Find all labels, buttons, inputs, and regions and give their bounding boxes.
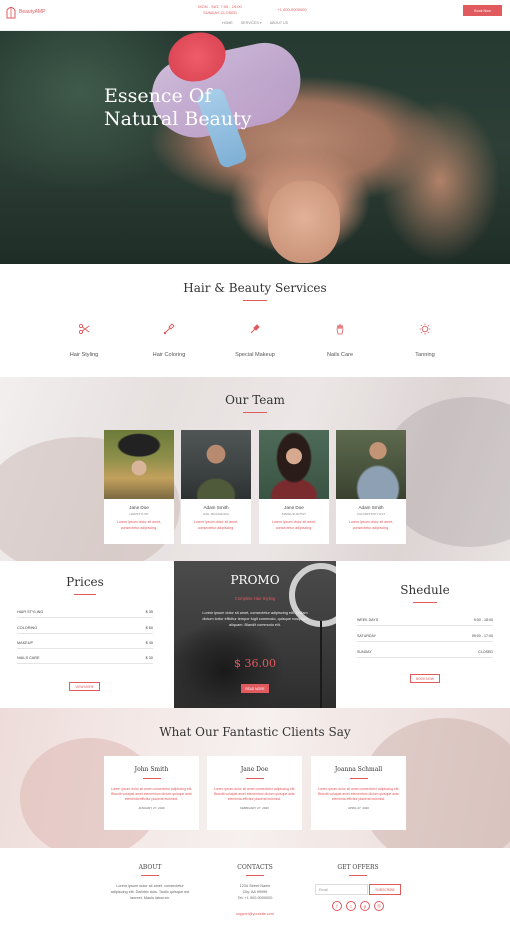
contact-email-link[interactable]: support@yoursite.com: [215, 912, 295, 916]
member-role: COLORIST/STYLIST: [356, 512, 386, 516]
title-underline: [243, 412, 267, 413]
promo-price: $ 36.00: [234, 657, 276, 670]
hero-image: [0, 31, 510, 264]
team-card[interactable]: Jane Doe MAKEUP ARTIST Lorem ipsum dolor…: [259, 430, 329, 544]
team-title: Our Team: [225, 393, 285, 407]
testimonial-date: APRIL 27, 2020: [347, 806, 370, 810]
email-field[interactable]: Email: [315, 884, 368, 895]
service-tanning[interactable]: Tanning: [385, 323, 465, 361]
title-underline: [243, 300, 267, 301]
about-text: Lorem ipsum dolor sit amet, consectetur …: [110, 884, 190, 900]
member-text: Lorem ipsum dolor sit amet, consectetur …: [116, 520, 162, 530]
service-hair-coloring[interactable]: Hair Coloring: [129, 323, 209, 361]
site-header: [0, 0, 510, 31]
testimonial-text: Lorem ipsum dolor sit amet consectetur a…: [317, 787, 400, 801]
title-underline: [74, 594, 96, 595]
contact-details: 1234 Street Name City, AA 99999 Tel: +1 …: [215, 884, 295, 901]
team-photo: [104, 430, 174, 499]
testimonial-card: John Smith Lorem ipsum dolor sit amet co…: [104, 756, 199, 830]
price-row: HAIR STYLING $ 35: [17, 610, 153, 618]
testimonial-card: Joanna Schmall Lorem ipsum dolor sit ame…: [311, 756, 406, 830]
member-name: Jane Doe: [129, 505, 149, 510]
services-title: Hair & Beauty Services: [183, 281, 327, 295]
team-card[interactable]: Adam Smith NAIL TECHNICIAN Lorem ipsum d…: [181, 430, 251, 544]
testimonial-text: Lorem ipsum dolor sit amet consectetur a…: [110, 787, 193, 801]
member-text: Lorem ipsum dolor sit amet, consectetur …: [348, 520, 394, 530]
member-role: MAKEUP ARTIST: [282, 512, 306, 516]
client-name: Joanna Schmall: [334, 766, 383, 773]
schedule-row: WEEK DAYS 9:00 - 18:00: [357, 618, 493, 626]
title-underline: [246, 875, 264, 876]
member-name: Adam Smith: [203, 505, 229, 510]
schedule-row: SUNDAY CLOSED: [357, 650, 493, 658]
title-underline: [413, 602, 437, 603]
schedule-row: SATURDAY 09:00 - 17:00: [357, 634, 493, 642]
team-card[interactable]: Jane Doe HAIRSTYLIST Lorem ipsum dolor s…: [104, 430, 174, 544]
hero-title: Essence Of Natural Beauty: [104, 85, 252, 130]
subscribe-button[interactable]: SUBSCRIBE: [369, 884, 401, 895]
read-more-button[interactable]: READ MORE: [241, 684, 269, 693]
member-name: Adam Smith: [358, 505, 384, 510]
testimonial-date: FEBRUARY 27, 2020: [240, 806, 269, 810]
logo-icon: [6, 7, 16, 19]
schedule-title: Shedule: [400, 583, 450, 597]
member-text: Lorem ipsum dolor sit amet, consectetur …: [193, 520, 239, 530]
logo[interactable]: BeautyAMP: [5, 4, 60, 20]
promo-text: Lorem ipsum dolor sit amet, consectetur …: [202, 611, 308, 627]
instagram-icon[interactable]: ◎: [374, 901, 384, 911]
member-role: NAIL TECHNICIAN: [203, 512, 229, 516]
testimonial-text: Lorem ipsum dolor sit amet consectetur a…: [213, 787, 296, 801]
book-now-button[interactable]: BOOK NOW: [410, 674, 440, 683]
contacts-heading: CONTACTS: [237, 864, 273, 871]
team-card[interactable]: Adam Smith COLORIST/STYLIST Lorem ipsum …: [336, 430, 406, 544]
facebook-icon[interactable]: f: [332, 901, 342, 911]
price-row: NAILS CARE $ 30: [17, 656, 153, 664]
hours-sunday: SUNDAY CLOSED: [203, 10, 237, 15]
header-phone[interactable]: +1 000-0000000: [272, 7, 312, 13]
title-underline: [141, 875, 159, 876]
lipstick-icon: [250, 324, 260, 334]
team-photo: [336, 430, 406, 499]
nav-home[interactable]: HOME: [222, 21, 233, 25]
title-underline: [349, 875, 367, 876]
member-text: Lorem ipsum dolor sit amet, consectetur …: [271, 520, 317, 530]
service-hair-styling[interactable]: Hair Styling: [44, 323, 124, 361]
view-more-button[interactable]: VIEW MORE: [69, 682, 100, 691]
price-row: MAKEUP $ 45: [17, 641, 153, 649]
service-special-makeup[interactable]: Special Makeup: [215, 323, 295, 361]
contact-phone: Tel: +1 000-0000000: [237, 895, 273, 900]
scissors-icon: [78, 323, 90, 335]
testimonials-title: What Our Fantastic Clients Say: [159, 725, 351, 739]
opening-hours: MON - SAT: 7:00 - 19:00 SUNDAY CLOSED: [196, 4, 244, 16]
price-row: COLORING $ 60: [17, 626, 153, 634]
sun-icon: [419, 323, 431, 335]
main-nav: HOME SERVICES ▾ ABOUT US: [222, 21, 288, 25]
member-role: HAIRSTYLIST: [129, 512, 149, 516]
prices-title: Prices: [66, 575, 104, 589]
pinterest-icon[interactable]: p: [360, 901, 370, 911]
logo-text: BeautyAMP: [19, 9, 46, 15]
twitter-icon[interactable]: t: [346, 901, 356, 911]
team-photo: [181, 430, 251, 499]
client-name: Jane Doe: [240, 766, 269, 773]
book-now-button[interactable]: Book Now: [463, 5, 502, 16]
member-name: Jane Doe: [284, 505, 304, 510]
about-heading: ABOUT: [138, 864, 162, 871]
brush-icon: [163, 323, 175, 335]
team-photo: [259, 430, 329, 499]
nav-services[interactable]: SERVICES ▾: [241, 21, 262, 25]
client-name: John Smith: [134, 766, 169, 773]
testimonial-card: Jane Doe Lorem ipsum dolor sit amet cons…: [207, 756, 302, 830]
nav-about-us[interactable]: ABOUT US: [270, 21, 288, 25]
offers-heading: GET OFFERS: [337, 864, 379, 871]
promo-subtitle: Complete Hair Styling: [234, 596, 276, 601]
promo-title: PROMO: [230, 573, 280, 587]
testimonial-date: JANUARY 27, 2020: [138, 806, 165, 810]
hand-icon: [336, 323, 344, 335]
service-nails-care[interactable]: Nails Care: [300, 323, 380, 361]
